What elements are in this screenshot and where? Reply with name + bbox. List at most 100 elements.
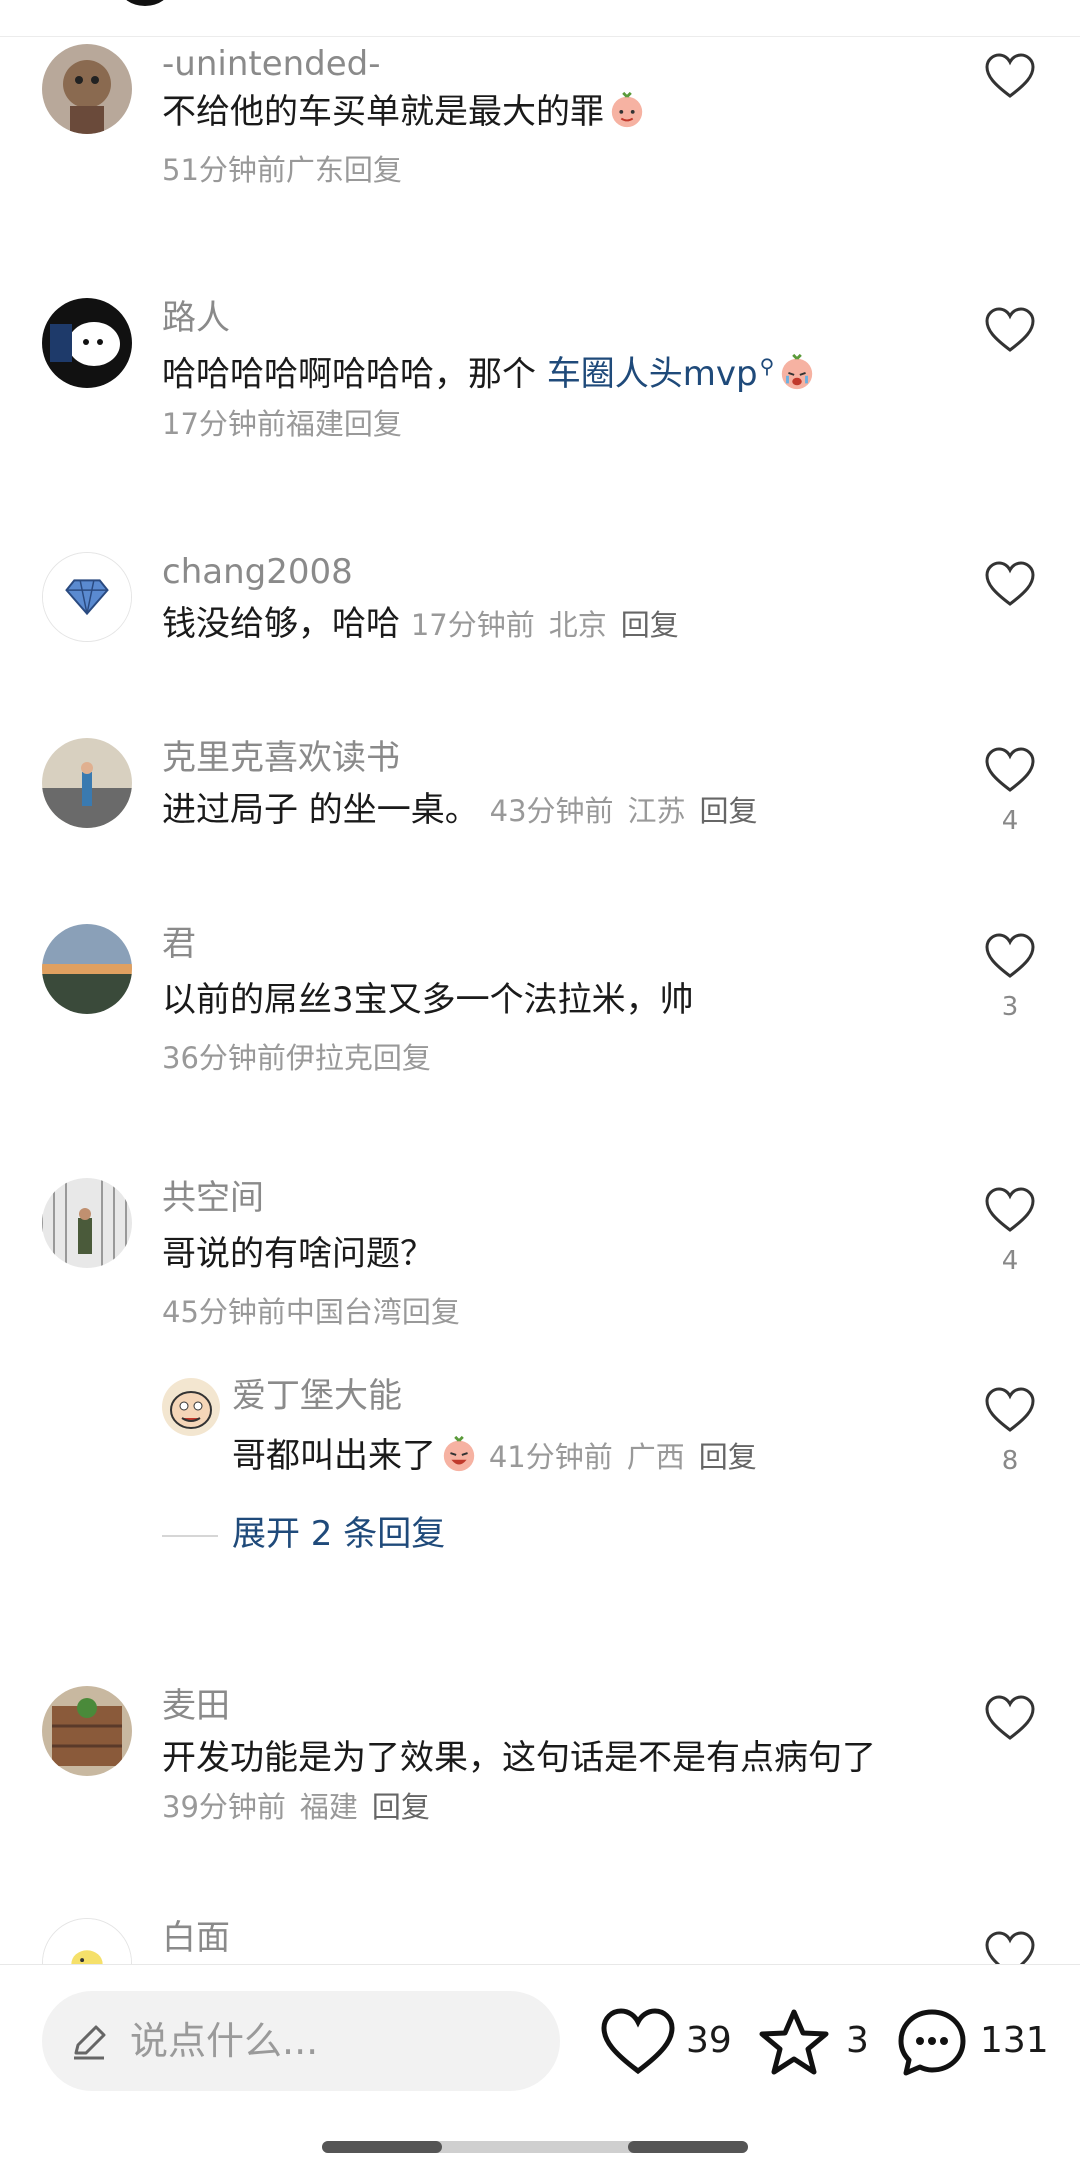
comment-text-content: 钱没给够，哈哈 — [162, 604, 400, 644]
expand-replies-label: 展开 2 条回复 — [232, 1514, 446, 1554]
comment-time: 45分钟前 — [162, 1295, 286, 1329]
comment-region: 福建 — [299, 1790, 358, 1824]
peach-crying-emoji-icon — [782, 354, 813, 390]
search-icon: ⚲ — [759, 354, 775, 378]
comment-time: 17分钟前 — [162, 407, 286, 441]
reply-button[interactable]: 回复 — [372, 1790, 430, 1824]
reply-button[interactable]: 回复 — [621, 608, 679, 642]
avatar[interactable] — [42, 298, 132, 388]
heart-icon — [985, 1187, 1035, 1232]
reply-avatar[interactable] — [162, 1378, 220, 1436]
comment-meta: 17分钟前福建回复 — [162, 404, 402, 444]
comment-time: 36分钟前 — [162, 1041, 286, 1075]
comment-region: 中国台湾 — [285, 1295, 402, 1329]
username[interactable]: 君 — [162, 922, 196, 966]
like-button[interactable]: 3 — [982, 932, 1038, 1022]
reply-text-content: 哥都叫出来了 — [232, 1436, 436, 1476]
like-button[interactable] — [982, 560, 1038, 620]
comment-text-content: 开发功能是为了效果，这句话是不是有点病句了 — [162, 1738, 876, 1778]
comment-text: 哈哈哈哈啊哈哈哈，那个 车圈人头mvp ⚲ — [162, 342, 962, 398]
comment-text: 以前的屌丝3宝又多一个法拉米，帅 — [162, 980, 694, 1020]
reply-button[interactable]: 回复 — [373, 1041, 431, 1075]
home-indicator[interactable] — [322, 2141, 748, 2153]
comment-meta: 17分钟前 北京 回复 — [411, 608, 679, 642]
like-count: 39 — [686, 2020, 732, 2061]
comment-time: 51分钟前 — [162, 153, 286, 187]
comment-meta: 45分钟前中国台湾回复 — [162, 1292, 460, 1332]
reply-meta: 41分钟前 广西 回复 — [489, 1440, 757, 1474]
reply-username[interactable]: 爱丁堡大能 — [232, 1374, 402, 1418]
comment-text: 哥说的有啥问题？ — [162, 1234, 434, 1274]
heart-icon — [985, 1931, 1035, 1964]
comment-input-placeholder: 说点什么... — [130, 2019, 319, 2063]
username[interactable]: 白面 — [162, 1916, 230, 1960]
comment-text: 钱没给够，哈哈 17分钟前 北京 回复 — [162, 600, 962, 649]
heart-icon — [985, 53, 1035, 98]
like-count: 4 — [1001, 806, 1019, 836]
favorite-count: 3 — [846, 2020, 869, 2061]
reply-button[interactable]: 回复 — [700, 794, 758, 828]
heart-icon — [985, 307, 1035, 352]
bottom-action-bar: 说点什么... 39 3 131 — [0, 1964, 1080, 2169]
comment-region: 广东 — [285, 153, 344, 187]
comment-list[interactable]: -unintended- 不给他的车买单就是最大的罪 51分钟前广东回复 路人 … — [0, 36, 1080, 1964]
heart-icon — [985, 561, 1035, 606]
like-post-button[interactable]: 39 — [600, 2007, 740, 2077]
username[interactable]: 路人 — [162, 296, 230, 340]
like-count: 4 — [1001, 1246, 1019, 1276]
heart-icon — [985, 933, 1035, 978]
comments-button[interactable]: 131 — [896, 2007, 1049, 2077]
peach-emoji-icon — [611, 91, 643, 128]
comment-time: 39分钟前 — [162, 1790, 286, 1824]
like-button[interactable] — [982, 1694, 1038, 1754]
heart-icon — [985, 1695, 1035, 1740]
avatar[interactable] — [42, 924, 132, 1014]
expand-replies-button[interactable]: 展开 2 条回复 — [162, 1510, 445, 1558]
comment-region: 江苏 — [627, 794, 686, 828]
like-count: 8 — [1001, 1446, 1019, 1476]
avatar[interactable] — [42, 1686, 132, 1776]
comment-meta: 39分钟前 福建 回复 — [162, 1790, 430, 1824]
favorite-button[interactable]: 3 — [758, 2007, 878, 2077]
reply-text: 哥都叫出来了 41分钟前 广西 回复 — [232, 1432, 757, 1481]
peach-laugh-emoji-icon — [443, 1435, 475, 1472]
username[interactable]: -unintended- — [162, 42, 381, 86]
like-button[interactable] — [982, 306, 1038, 366]
avatar[interactable] — [42, 1178, 132, 1268]
topic-link-label: 车圈人头mvp — [546, 354, 758, 395]
heart-icon — [985, 747, 1035, 792]
comment-meta: 36分钟前伊拉克回复 — [162, 1038, 431, 1078]
reply-button[interactable]: 回复 — [344, 407, 402, 441]
like-button[interactable]: 4 — [982, 1186, 1038, 1276]
avatar[interactable] — [42, 552, 132, 642]
comment-region: 北京 — [548, 608, 607, 642]
username[interactable]: chang2008 — [162, 550, 353, 594]
comment-region: 伊拉克 — [285, 1041, 373, 1075]
top-divider — [0, 0, 1080, 37]
reply-region: 广西 — [626, 1440, 685, 1474]
comment-meta: 43分钟前 江苏 回复 — [490, 794, 758, 828]
comment-text-content: 不给他的车买单就是最大的罪 — [162, 92, 604, 132]
username[interactable]: 克里克喜欢读书 — [162, 736, 400, 780]
avatar[interactable] — [42, 738, 132, 828]
comment-meta: 51分钟前广东回复 — [162, 150, 402, 190]
like-button[interactable] — [982, 1930, 1038, 1964]
reply-button[interactable]: 回复 — [699, 1440, 757, 1474]
heart-icon — [985, 1387, 1035, 1432]
comment-text-content: 进过局子 的坐一桌。 — [162, 790, 479, 830]
username[interactable]: 麦田 — [162, 1684, 230, 1728]
chat-bubble-icon — [898, 2009, 966, 2076]
like-button[interactable]: 4 — [982, 746, 1038, 836]
topic-link[interactable]: 车圈人头mvp ⚲ — [547, 354, 774, 394]
like-button[interactable]: 8 — [982, 1386, 1038, 1476]
avatar[interactable] — [42, 44, 132, 134]
like-button[interactable] — [982, 52, 1038, 112]
username[interactable]: 共空间 — [162, 1176, 264, 1220]
comment-input[interactable]: 说点什么... — [42, 1991, 560, 2091]
comment-time: 17分钟前 — [410, 608, 535, 642]
reply-button[interactable]: 回复 — [344, 153, 402, 187]
avatar[interactable] — [42, 1918, 132, 1964]
reply-button[interactable]: 回复 — [402, 1295, 460, 1329]
comment-text: 不给他的车买单就是最大的罪 — [162, 88, 962, 136]
reply-time: 41分钟前 — [488, 1440, 613, 1474]
